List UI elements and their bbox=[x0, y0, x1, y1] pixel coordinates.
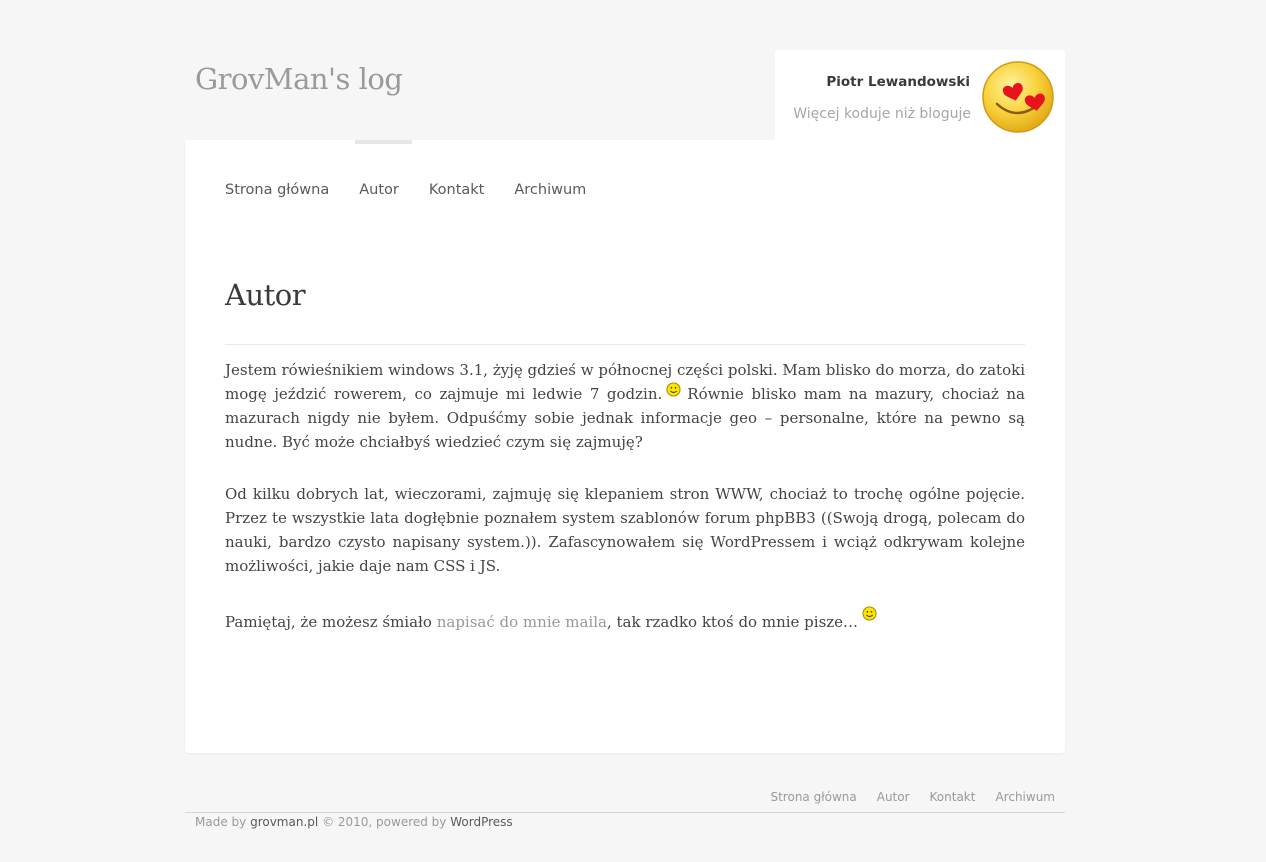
footer-nav-kontakt[interactable]: Kontakt bbox=[930, 790, 976, 804]
footer-site-link[interactable]: grovman.pl bbox=[250, 815, 318, 829]
title-divider bbox=[225, 344, 1025, 345]
paragraph: Pamiętaj, że możesz śmiało napisać do mn… bbox=[225, 606, 1025, 634]
footer-divider bbox=[185, 812, 1065, 813]
footer-nav-home[interactable]: Strona główna bbox=[770, 790, 856, 804]
footer-nav-archiwum[interactable]: Archiwum bbox=[995, 790, 1055, 804]
paragraph-text: Pamiętaj, że możesz śmiało bbox=[225, 613, 432, 631]
mail-link[interactable]: napisać do mnie maila bbox=[437, 613, 607, 631]
nav-active-indicator bbox=[355, 140, 412, 144]
footer-powered-by: © 2010, powered by bbox=[322, 815, 447, 829]
site-title[interactable]: GrovMan's log bbox=[195, 62, 403, 96]
nav-item-autor[interactable]: Autor bbox=[359, 182, 399, 198]
nav-item-kontakt[interactable]: Kontakt bbox=[429, 182, 485, 198]
footer-credit: Made by grovman.pl © 2010, powered by Wo… bbox=[195, 815, 513, 829]
footer-nav: Strona główna Autor Kontakt Archiwum bbox=[770, 790, 1055, 804]
page-content: Jestem rówieśnikiem windows 3.1, żyję gd… bbox=[225, 358, 1025, 634]
footer-made-by: Made by bbox=[195, 815, 247, 829]
author-name: Piotr Lewandowski bbox=[826, 74, 970, 90]
smiley-icon bbox=[666, 382, 681, 397]
page-title: Autor bbox=[225, 278, 306, 312]
footer-nav-autor[interactable]: Autor bbox=[877, 790, 910, 804]
main-nav: Strona główna Autor Kontakt Archiwum bbox=[225, 182, 586, 198]
heart-eyes-smiley-icon bbox=[982, 61, 1054, 133]
author-tagline: Więcej koduje niż bloguje bbox=[793, 106, 971, 122]
nav-item-home[interactable]: Strona główna bbox=[225, 182, 329, 198]
footer-wordpress-link[interactable]: WordPress bbox=[450, 815, 512, 829]
author-box: Piotr Lewandowski Więcej koduje niż blog… bbox=[775, 50, 1065, 142]
paragraph: Jestem rówieśnikiem windows 3.1, żyję gd… bbox=[225, 358, 1025, 454]
content-card: Strona główna Autor Kontakt Archiwum Aut… bbox=[185, 140, 1065, 753]
nav-item-archiwum[interactable]: Archiwum bbox=[514, 182, 586, 198]
paragraph-text: , tak rzadko ktoś do mnie pisze… bbox=[606, 613, 859, 631]
paragraph: Od kilku dobrych lat, wieczorami, zajmuj… bbox=[225, 485, 1025, 575]
smiley-icon bbox=[862, 606, 877, 621]
